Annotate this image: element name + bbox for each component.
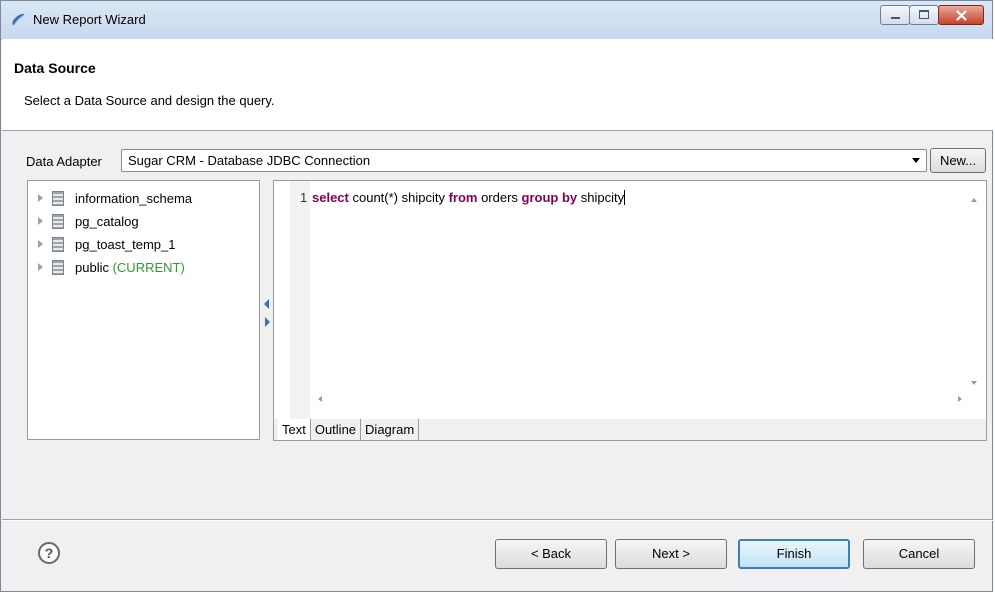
scroll-right-icon[interactable] bbox=[958, 396, 962, 402]
sql-editor[interactable]: 1 select count(*) shipcity from orders g… bbox=[273, 180, 987, 420]
minimize-icon bbox=[891, 17, 900, 19]
schema-tree[interactable]: information_schema pg_catalog pg_toast_t… bbox=[27, 180, 260, 440]
collapse-left-icon[interactable] bbox=[264, 299, 269, 309]
tree-item[interactable]: pg_catalog bbox=[38, 212, 139, 230]
cancel-button[interactable]: Cancel bbox=[863, 539, 975, 569]
tree-item-label: pg_toast_temp_1 bbox=[75, 236, 176, 252]
sql-text: count(*) shipcity bbox=[348, 190, 449, 205]
database-icon bbox=[52, 190, 64, 206]
expand-arrow-icon[interactable] bbox=[38, 263, 43, 271]
data-adapter-label: Data Adapter bbox=[26, 154, 102, 169]
eclipse-icon bbox=[12, 13, 25, 26]
expand-arrow-icon[interactable] bbox=[38, 217, 43, 225]
expand-arrow-icon[interactable] bbox=[38, 240, 43, 248]
tree-item-label: public bbox=[75, 259, 109, 275]
tab-outline[interactable]: Outline bbox=[311, 419, 362, 440]
text-caret bbox=[624, 190, 626, 205]
maximize-icon bbox=[919, 10, 929, 19]
expand-right-icon[interactable] bbox=[265, 317, 270, 327]
back-button[interactable]: < Back bbox=[495, 539, 607, 569]
data-adapter-value: Sugar CRM - Database JDBC Connection bbox=[128, 153, 371, 168]
scroll-up-icon[interactable] bbox=[971, 198, 977, 202]
title-bar: New Report Wizard bbox=[1, 1, 992, 40]
sql-keyword: from bbox=[448, 190, 478, 205]
close-icon bbox=[956, 10, 967, 21]
sql-text: shipcity bbox=[577, 190, 625, 205]
sql-keyword: select bbox=[312, 190, 349, 205]
tab-diagram[interactable]: Diagram bbox=[361, 419, 420, 440]
minimize-button[interactable] bbox=[880, 5, 910, 25]
help-icon[interactable]: ? bbox=[38, 542, 60, 564]
database-icon bbox=[52, 236, 64, 252]
expand-arrow-icon[interactable] bbox=[38, 194, 43, 202]
wizard-window: New Report Wizard Data Source Select a D… bbox=[0, 0, 993, 592]
scroll-left-icon[interactable] bbox=[318, 396, 322, 402]
sql-code-line[interactable]: select count(*) shipcity from orders gro… bbox=[312, 190, 626, 205]
data-adapter-select[interactable]: Sugar CRM - Database JDBC Connection bbox=[121, 149, 927, 172]
tree-item[interactable]: public (CURRENT) bbox=[38, 258, 185, 276]
scroll-down-icon[interactable] bbox=[971, 381, 977, 385]
page-title: Data Source bbox=[14, 60, 96, 76]
next-button[interactable]: Next > bbox=[615, 539, 727, 569]
sql-text: orders bbox=[477, 190, 522, 205]
line-number: 1 bbox=[300, 190, 308, 205]
header-banner: Data Source Select a Data Source and des… bbox=[2, 39, 993, 131]
tree-item-label: pg_catalog bbox=[75, 213, 139, 229]
maximize-button[interactable] bbox=[909, 5, 939, 25]
line-gutter bbox=[290, 181, 310, 419]
current-schema-tag: (CURRENT) bbox=[112, 259, 185, 275]
database-icon bbox=[52, 213, 64, 229]
sql-keyword: group by bbox=[521, 190, 578, 205]
finish-button[interactable]: Finish bbox=[738, 539, 850, 569]
window-title: New Report Wizard bbox=[33, 12, 146, 27]
close-button[interactable] bbox=[938, 5, 984, 25]
tab-text[interactable]: Text bbox=[278, 419, 311, 440]
tree-item[interactable]: information_schema bbox=[38, 189, 192, 207]
editor-tab-bar: Text Outline Diagram bbox=[273, 419, 987, 441]
page-description: Select a Data Source and design the quer… bbox=[24, 93, 275, 108]
new-adapter-button[interactable]: New... bbox=[930, 148, 986, 173]
chevron-down-icon bbox=[912, 158, 920, 163]
tree-item[interactable]: pg_toast_temp_1 bbox=[38, 235, 175, 253]
horizontal-scrollbar[interactable] bbox=[310, 391, 970, 408]
database-icon bbox=[52, 259, 64, 275]
footer-divider bbox=[2, 519, 993, 521]
tree-item-label: information_schema bbox=[75, 190, 193, 206]
